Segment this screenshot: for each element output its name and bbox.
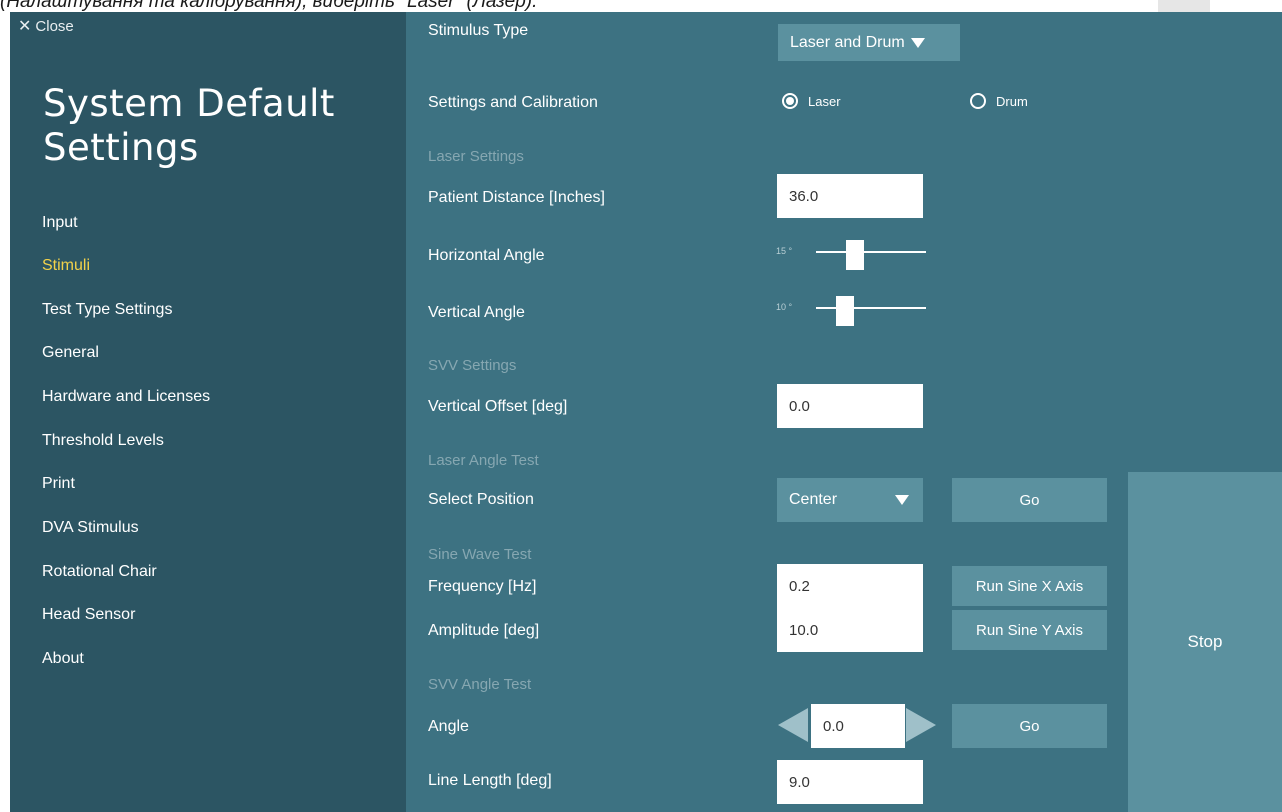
- sidebar-item-input[interactable]: Input: [42, 214, 78, 232]
- vertical-angle-label: Vertical Angle: [428, 304, 525, 321]
- dropdown-arrow-icon: [895, 495, 909, 505]
- amplitude-label: Amplitude [deg]: [428, 622, 540, 639]
- close-icon: ✕: [18, 18, 32, 35]
- angle-input[interactable]: 0.0: [811, 704, 905, 748]
- vertical-offset-input[interactable]: 0.0: [777, 384, 923, 428]
- sidebar-item-hardware-and-licenses[interactable]: Hardware and Licenses: [42, 388, 210, 406]
- svv-angle-go-button[interactable]: Go: [952, 704, 1107, 748]
- vertical-angle-thumb[interactable]: [836, 296, 855, 326]
- vertical-offset-label: Vertical Offset [deg]: [428, 398, 568, 415]
- stimulus-type-label: Stimulus Type: [428, 22, 529, 39]
- laser-settings-heading: Laser Settings: [428, 148, 524, 165]
- settings-calibration-label: Settings and Calibration: [428, 94, 598, 111]
- close-button[interactable]: ✕ Close: [18, 16, 74, 36]
- stop-button[interactable]: Stop: [1128, 472, 1282, 812]
- horizontal-angle-slider[interactable]: 15 °: [776, 240, 926, 270]
- run-sine-y-button[interactable]: Run Sine Y Axis: [952, 610, 1107, 650]
- laser-angle-test-heading: Laser Angle Test: [428, 452, 539, 469]
- frequency-input[interactable]: 0.2: [777, 564, 923, 608]
- dropdown-arrow-icon: [910, 37, 925, 48]
- patient-distance-label: Patient Distance [Inches]: [428, 189, 605, 206]
- sidebar-item-head-sensor[interactable]: Head Sensor: [42, 606, 135, 624]
- vertical-angle-value: 10 °: [776, 302, 793, 312]
- svv-settings-heading: SVV Settings: [428, 357, 517, 374]
- angle-decrease-icon[interactable]: [778, 708, 808, 742]
- sidebar-item-dva-stimulus[interactable]: DVA Stimulus: [42, 519, 139, 537]
- line-length-label: Line Length [deg]: [428, 772, 552, 789]
- run-sine-x-button[interactable]: Run Sine X Axis: [952, 566, 1107, 606]
- stimulus-type-dropdown[interactable]: Laser and Drum: [778, 24, 960, 61]
- select-position-dropdown[interactable]: Center: [777, 478, 923, 522]
- frequency-label: Frequency [Hz]: [428, 578, 537, 595]
- select-position-value: Center: [789, 491, 838, 508]
- amplitude-input[interactable]: 10.0: [777, 608, 923, 652]
- horizontal-angle-thumb[interactable]: [846, 240, 865, 270]
- sidebar-item-about[interactable]: About: [42, 650, 84, 668]
- horizontal-angle-value: 15 °: [776, 246, 793, 256]
- sine-wave-test-heading: Sine Wave Test: [428, 546, 532, 563]
- line-length-input[interactable]: 9.0: [777, 760, 923, 804]
- sidebar-item-test-type-settings[interactable]: Test Type Settings: [42, 301, 172, 319]
- sidebar: ✕ Close System Default Settings Input Sti…: [10, 12, 406, 812]
- radio-drum[interactable]: Drum: [970, 93, 1028, 109]
- laser-angle-go-button[interactable]: Go: [952, 478, 1107, 522]
- sidebar-item-threshold-levels[interactable]: Threshold Levels: [42, 432, 164, 450]
- vertical-angle-slider[interactable]: 10 °: [776, 296, 926, 326]
- sidebar-title: System Default Settings: [43, 82, 335, 169]
- close-label: Close: [35, 18, 74, 35]
- horizontal-angle-label: Horizontal Angle: [428, 247, 545, 264]
- radio-laser-label: Laser: [808, 93, 841, 109]
- sidebar-item-stimuli[interactable]: Stimuli: [42, 257, 90, 275]
- svv-angle-test-heading: SVV Angle Test: [428, 676, 532, 693]
- select-position-label: Select Position: [428, 491, 534, 508]
- radio-unchecked-icon: [970, 93, 986, 109]
- angle-increase-icon[interactable]: [906, 708, 936, 742]
- radio-drum-label: Drum: [996, 93, 1028, 109]
- settings-panel: Stimulus Type Laser and Drum Settings an…: [406, 12, 1282, 812]
- stimulus-type-value: Laser and Drum: [790, 33, 905, 51]
- patient-distance-input[interactable]: 36.0: [777, 174, 923, 218]
- angle-label: Angle: [428, 718, 469, 735]
- document-caption: (Налаштування та калібрування), виберіть…: [0, 0, 538, 12]
- corner-box: [1158, 0, 1210, 12]
- sidebar-item-general[interactable]: General: [42, 344, 99, 362]
- radio-laser[interactable]: Laser: [782, 93, 841, 109]
- radio-checked-icon: [782, 93, 798, 109]
- sidebar-item-print[interactable]: Print: [42, 475, 75, 493]
- sidebar-item-rotational-chair[interactable]: Rotational Chair: [42, 563, 157, 581]
